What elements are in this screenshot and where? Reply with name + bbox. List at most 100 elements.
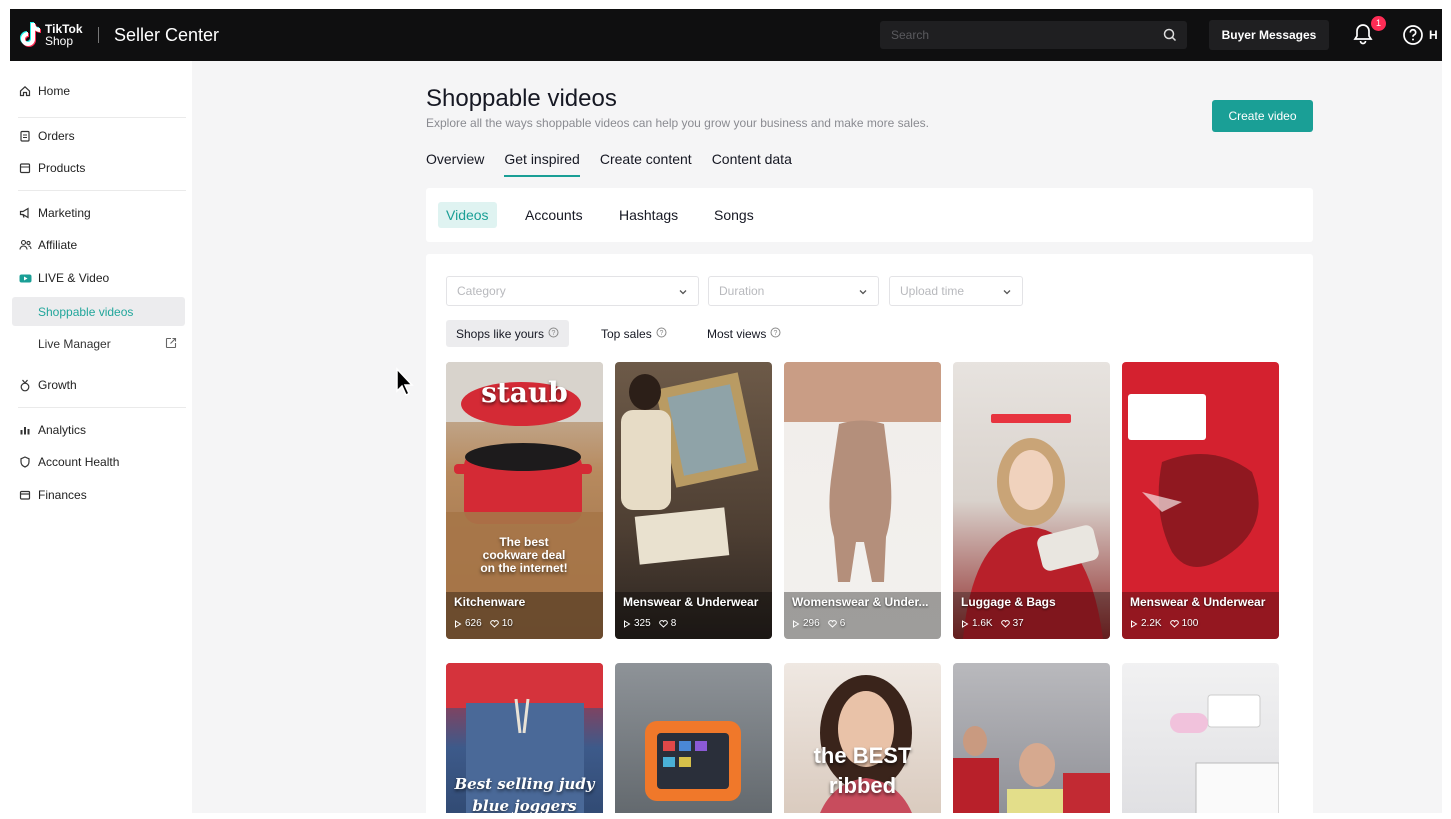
tab-get-inspired[interactable]: Get inspired [504,151,581,177]
sidebar-item-affiliate[interactable]: Affiliate [18,233,77,257]
help-label[interactable]: H [1429,28,1438,42]
video-stats: 626 10 [454,618,521,629]
video-views: 296 [803,618,820,629]
subtab-videos[interactable]: Videos [438,202,497,228]
buyer-messages-button[interactable]: Buyer Messages [1209,20,1329,50]
video-tile[interactable]: Womenswear & Under... 296 6 [784,362,941,639]
sidebar-item-live-video[interactable]: LIVE & Video [18,266,109,290]
medal-icon [18,378,32,392]
video-likes: 37 [1012,618,1024,629]
sidebar-item-marketing[interactable]: Marketing [18,201,91,225]
video-views: 325 [634,618,651,629]
info-icon: ? [656,327,667,341]
sidebar-item-home[interactable]: Home [18,79,70,103]
create-video-button[interactable]: Create video [1212,100,1313,132]
sidebar-item-label: Orders [38,129,75,143]
help-icon[interactable] [1402,24,1424,51]
video-tile[interactable]: staub The best cookware deal on the inte… [446,362,603,639]
sidebar-item-finances[interactable]: Finances [18,483,87,507]
video-stats: 325 8 [623,618,684,629]
videos-panel: Category Duration Upload time Shops like… [426,254,1313,813]
info-icon: ? [548,327,559,341]
play-icon [962,619,969,628]
video-icon [18,271,32,285]
video-thumbnail [645,721,741,801]
video-likes: 6 [839,618,846,629]
sort-shops-like-yours[interactable]: Shops like yours ? [446,320,570,347]
sidebar-item-label: Live Manager [38,336,111,351]
video-tile[interactable] [615,663,772,813]
sidebar-divider [18,190,186,191]
duration-placeholder: Duration [719,284,765,298]
sidebar-item-products[interactable]: Products [18,156,85,180]
sidebar-item-growth[interactable]: Growth [18,373,77,397]
sort-label: Most views [707,326,767,341]
video-thumbnail [1170,694,1279,813]
subtab-songs[interactable]: Songs [706,202,762,228]
video-tile[interactable]: Best selling judy blue joggers [446,663,603,813]
app-title: Seller Center [114,25,220,45]
heart-icon [658,619,668,628]
video-tile[interactable] [1122,663,1279,813]
tab-content-data[interactable]: Content data [712,151,792,177]
svg-text:?: ? [552,330,556,337]
external-link-icon [165,337,177,352]
video-tile[interactable]: Menswear & Underwear 325 8 [615,362,772,639]
sidebar-item-label: Shoppable videos [38,304,134,319]
sidebar-item-account-health[interactable]: Account Health [18,450,119,474]
bell-icon[interactable] [1353,23,1373,50]
play-icon [455,619,462,628]
video-overlay-text: staub [481,376,568,409]
chevron-down-icon [1002,286,1012,300]
video-tile[interactable]: Luggage & Bags 1.6K 37 [953,362,1110,639]
video-likes: 8 [670,618,677,629]
sidebar-item-analytics[interactable]: Analytics [18,418,86,442]
page-subtitle: Explore all the ways shoppable videos ca… [426,116,929,130]
sidebar-item-label: Home [38,84,71,98]
shield-icon [18,455,32,469]
duration-select[interactable]: Duration [708,276,879,306]
video-tile[interactable]: the BEST ribbed [784,663,941,813]
people-icon [18,238,32,252]
video-category: Kitchenware [454,595,526,609]
video-stats: 1.6K 37 [961,618,1032,629]
search-box [880,21,1187,49]
sort-most-views[interactable]: Most views ? [697,320,791,347]
play-icon [1131,619,1138,628]
subtabs-card: Videos Accounts Hashtags Songs [426,188,1313,242]
subtab-accounts[interactable]: Accounts [517,202,591,228]
megaphone-icon [18,206,32,220]
mouse-cursor-icon [396,367,414,397]
category-select[interactable]: Category [446,276,699,306]
sidebar-item-label: Finances [38,488,87,502]
video-stats: 2.2K 100 [1130,618,1206,629]
svg-text:?: ? [659,330,663,337]
sidebar: Home Orders Products Marketing Affiliate… [10,61,192,813]
sidebar-item-orders[interactable]: Orders [18,124,75,148]
video-tile[interactable] [953,663,1110,813]
logo-text-shop: Shop [45,34,74,48]
bar-chart-icon [18,423,32,437]
tiktok-shop-logo[interactable]: TikTok Shop [18,21,83,49]
sidebar-item-label: LIVE & Video [38,271,110,285]
search-input[interactable] [880,21,1150,49]
video-likes: 100 [1181,618,1199,629]
sidebar-item-live-manager[interactable]: Live Manager [12,329,185,358]
video-tile[interactable]: Menswear & Underwear 2.2K 100 [1122,362,1279,639]
sort-top-sales[interactable]: Top sales ? [591,320,677,347]
video-category: Menswear & Underwear [1130,595,1266,609]
tab-overview[interactable]: Overview [426,151,484,177]
main-tabs: Overview Get inspired Create content Con… [426,151,812,177]
sidebar-item-shoppable-videos[interactable]: Shoppable videos [12,297,185,326]
chevron-down-icon [858,286,868,300]
subtab-hashtags[interactable]: Hashtags [611,202,686,228]
search-icon[interactable] [1163,28,1177,47]
sidebar-item-label: Affiliate [38,238,78,252]
video-thumbnail [953,726,1110,813]
tab-create-content[interactable]: Create content [600,151,692,177]
sidebar-item-label: Marketing [38,206,91,220]
video-views: 626 [465,618,482,629]
heart-icon [827,619,837,628]
header-divider [98,27,99,43]
upload-time-select[interactable]: Upload time [889,276,1023,306]
